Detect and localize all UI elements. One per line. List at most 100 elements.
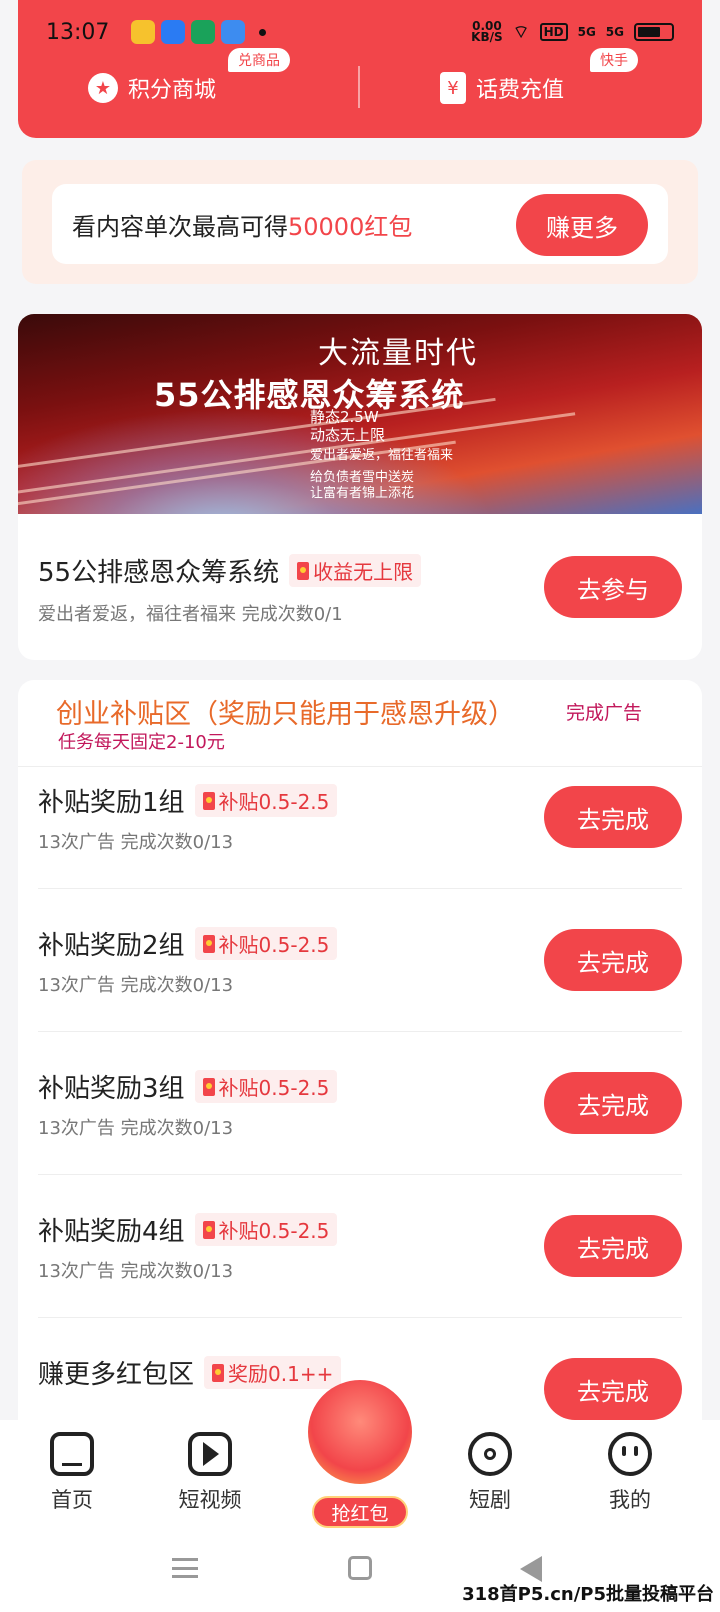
points-mall-link[interactable]: ★ 积分商城 [88,68,216,108]
task-badge-text: 补贴0.5-2.5 [218,790,330,814]
task-row-5-title: 赚更多红包区 奖励0.1++ [38,1354,342,1391]
section-right-label: 完成广告 [566,702,643,724]
task-badge: 补贴0.5-2.5 [194,784,338,817]
task-row-2-sub: 13次广告 完成次数0/13 [38,975,234,996]
task-title-text: 赚更多红包区 [38,1360,195,1390]
row-divider [38,1317,682,1318]
task-badge-text: 补贴0.5-2.5 [218,1076,330,1100]
bottom-nav: 首页 短视频 抢红包 短剧 我的 [0,1380,720,1540]
phone-recharge-label: 话费充值 [476,78,565,103]
complete-button-4[interactable]: 去完成 [544,1215,682,1277]
row-divider [38,888,682,889]
task-badge-text: 补贴0.5-2.5 [218,933,330,957]
task-row-3-sub: 13次广告 完成次数0/13 [38,1118,234,1139]
row-divider [38,1174,682,1175]
nav-grab-red-packet[interactable]: 抢红包 [312,1496,408,1528]
home-icon [50,1432,94,1476]
more-notifications-icon [259,28,267,36]
featured-task-title: 55公排感恩众筹系统 收益无上限 [38,552,422,589]
yuan-icon: ¥ [440,72,466,104]
browser-icon [161,20,186,44]
featured-task-badge-text: 收益无上限 [313,560,414,584]
status-right: 0.00 KB/S ⌔ HD 5G 5G [471,19,674,44]
phone-recharge-link[interactable]: ¥ 话费充值 [440,68,564,108]
banner-line-4: 动态无上限 [310,426,386,444]
nav-profile-label: 我的 [609,1488,651,1512]
nav-short-video[interactable]: 短视频 [160,1420,260,1514]
section-divider [18,766,702,767]
red-packet-icon[interactable] [308,1380,412,1484]
join-button[interactable]: 去参与 [544,556,682,618]
task-title-text: 补贴奖励2组 [38,931,185,961]
complete-button-2[interactable]: 去完成 [544,929,682,991]
notification-icons [131,20,267,44]
red-packet-icon [202,791,215,810]
red-packet-icon [212,1363,225,1382]
red-packet-icon [297,561,310,580]
task-row-1-title: 补贴奖励1组 补贴0.5-2.5 [38,782,338,819]
earn-more-button[interactable]: 赚更多 [516,194,648,256]
task-row-4-title: 补贴奖励4组 补贴0.5-2.5 [38,1211,338,1248]
watermark: 318首P5.cn/P5批量投稿平台 [462,1584,714,1605]
promo-text: 看内容单次最高可得50000红包 [72,207,412,242]
task-badge: 奖励0.1++ [204,1356,342,1389]
header-divider [358,66,360,108]
promo-text-prefix: 看内容单次最高可得 [72,212,288,241]
battery-icon [634,23,674,41]
back-icon[interactable] [520,1556,542,1582]
promo-card: 看内容单次最高可得50000红包 赚更多 [22,160,698,284]
featured-task-sub: 爱出者爱返，福往者福来 完成次数0/1 [38,604,343,625]
task-badge: 补贴0.5-2.5 [194,1070,338,1103]
star-icon: ★ [88,73,118,103]
task-badge-text: 补贴0.5-2.5 [218,1219,330,1243]
task-title-text: 补贴奖励1组 [38,788,185,818]
weibo-icon [131,20,156,44]
featured-task-title-text: 55公排感恩众筹系统 [38,558,280,588]
menu-icon[interactable] [172,1558,198,1578]
featured-banner[interactable]: 大流量时代 55公排感恩众筹系统 静态2.5W 动态无上限 爱出者爱返，福往者福… [18,314,702,514]
complete-button-3[interactable]: 去完成 [544,1072,682,1134]
task-row-1-sub: 13次广告 完成次数0/13 [38,832,234,853]
red-packet-icon [202,1077,215,1096]
wifi-icon: ⌔ [512,21,530,43]
promo-text-highlight: 50000红包 [288,212,413,241]
section-title: 创业补贴区（奖励只能用于感恩升级） [56,699,515,730]
banner-line-7: 让富有者锦上添花 [310,486,415,501]
task-row-4-sub: 13次广告 完成次数0/13 [38,1261,234,1282]
home-square-icon[interactable] [348,1556,372,1580]
play-icon [188,1432,232,1476]
signal-icon-1: 5G [577,25,596,39]
task-badge: 补贴0.5-2.5 [194,927,338,960]
featured-card: 大流量时代 55公排感恩众筹系统 静态2.5W 动态无上限 爱出者爱返，福往者福… [18,314,702,660]
system-nav-bar: 318首P5.cn/P5批量投稿平台 [0,1540,720,1612]
banner-line-1: 大流量时代 [318,336,478,371]
row-divider [38,1031,682,1032]
complete-button-1[interactable]: 去完成 [544,786,682,848]
task-row-3-title: 补贴奖励3组 补贴0.5-2.5 [38,1068,338,1105]
task-row-2-title: 补贴奖励2组 补贴0.5-2.5 [38,925,338,962]
banner-line-5: 爱出者爱返，福往者福来 [310,448,454,463]
task-title-text: 补贴奖励4组 [38,1217,185,1247]
task-badge-text: 奖励0.1++ [228,1362,334,1386]
red-packet-icon [202,1220,215,1239]
hd-icon: HD [539,23,568,41]
film-reel-icon [468,1432,512,1476]
profile-icon [608,1432,652,1476]
nav-short-drama[interactable]: 短剧 [440,1420,540,1514]
status-bar: 13:07 0.00 KB/S ⌔ HD 5G 5G [46,14,674,50]
nav-home[interactable]: 首页 [22,1420,122,1514]
nav-profile[interactable]: 我的 [580,1420,680,1514]
points-mall-tag: 兑商品 [228,48,290,72]
section-subtitle: 任务每天固定2-10元 [58,732,225,753]
status-time: 13:07 [46,19,110,45]
task-badge: 补贴0.5-2.5 [194,1213,338,1246]
wechat-mini-icon [191,20,216,44]
nav-short-video-label: 短视频 [178,1488,242,1512]
nav-short-drama-label: 短剧 [469,1488,511,1512]
net-speed: 0.00 KB/S [471,19,503,44]
phone-recharge-tag: 快手 [590,48,638,72]
complete-button-5[interactable]: 去完成 [544,1358,682,1420]
red-packet-icon [202,934,215,953]
featured-task-badge: 收益无上限 [289,554,422,587]
promo-inner: 看内容单次最高可得50000红包 赚更多 [52,184,668,264]
